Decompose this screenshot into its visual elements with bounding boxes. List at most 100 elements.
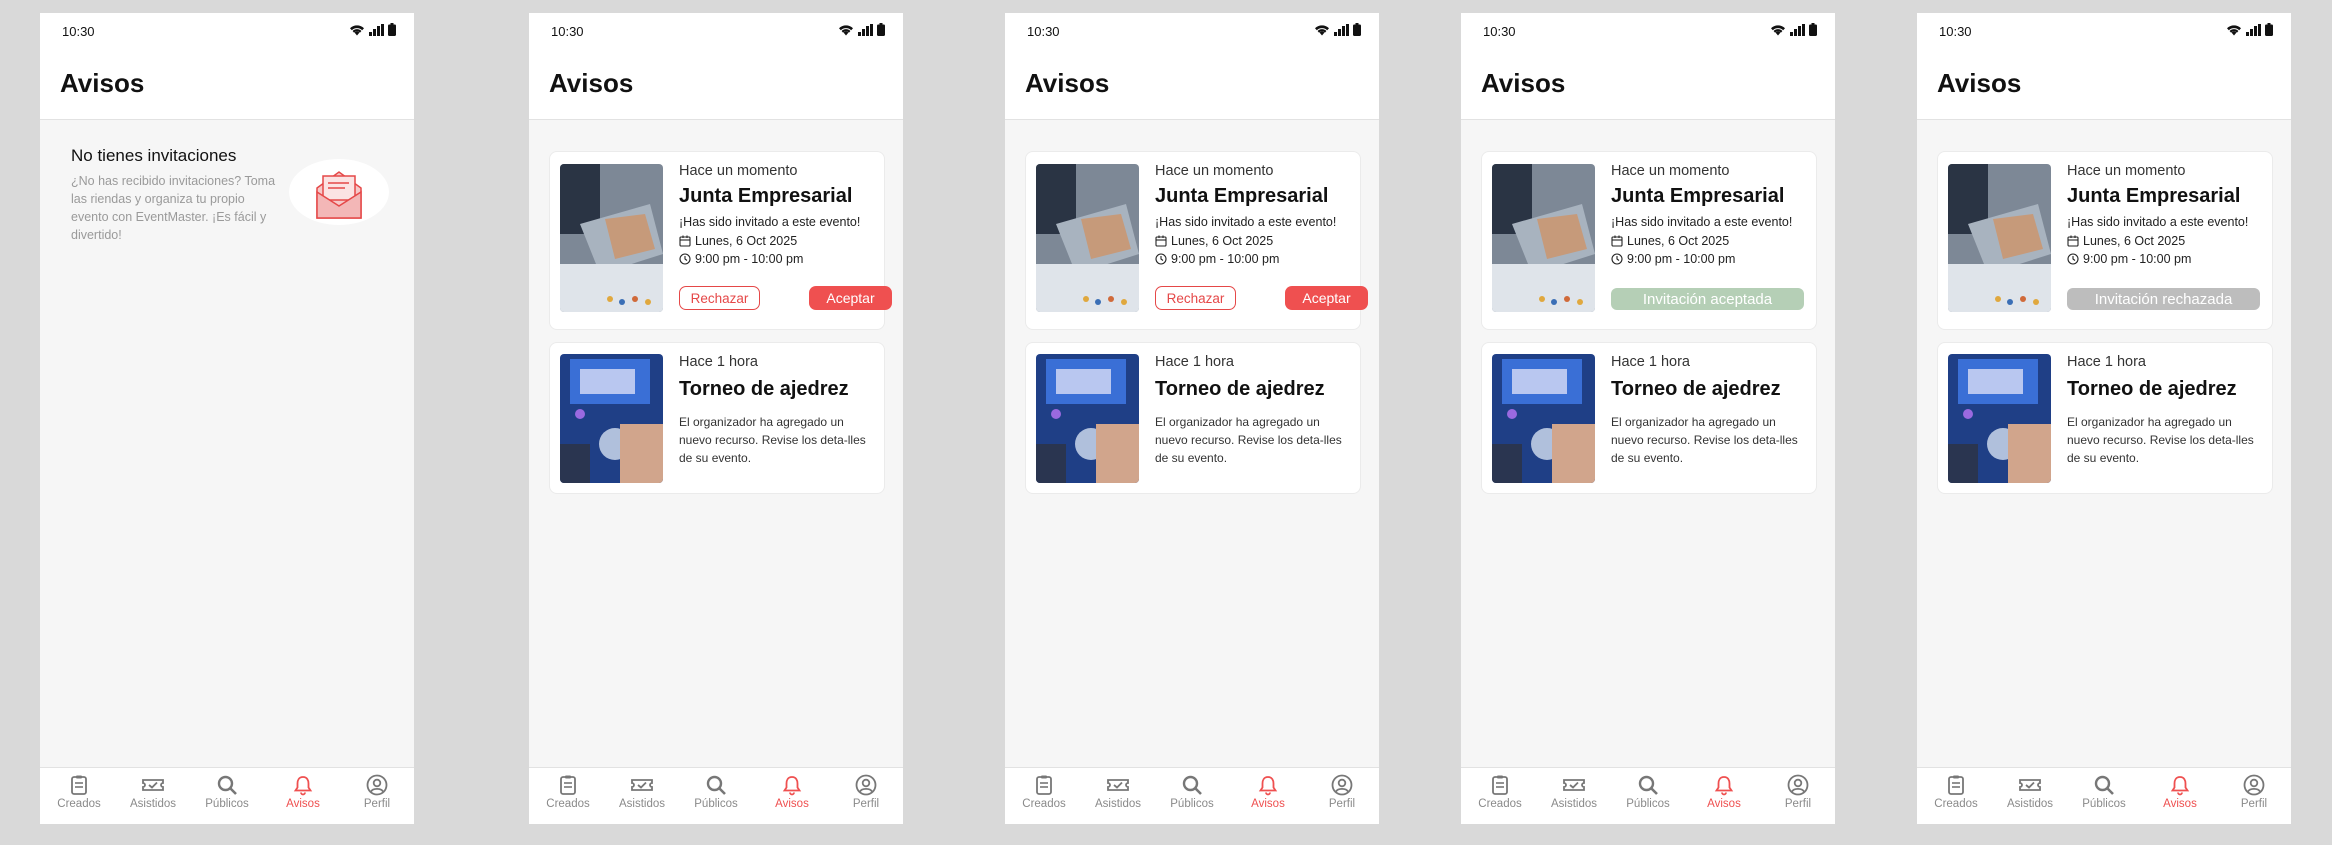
notification-card[interactable]: Hace 1 hora Torneo de ajedrez El organiz…: [1937, 342, 2273, 494]
status-icons: [1770, 23, 1817, 36]
tab-publicos[interactable]: Públicos: [1162, 774, 1222, 810]
notification-time: Hace un momento: [2067, 163, 2186, 179]
tab-asistidos[interactable]: Asistidos: [1088, 774, 1148, 810]
notification-card[interactable]: Hace 1 hora Torneo de ajedrez El organiz…: [1025, 342, 1361, 494]
tab-label: Públicos: [1170, 798, 1214, 810]
tab-avisos[interactable]: Avisos: [1238, 774, 1298, 810]
tab-publicos[interactable]: Públicos: [2074, 774, 2134, 810]
tab-asistidos[interactable]: Asistidos: [2000, 774, 2060, 810]
signal-icon: [1334, 24, 1349, 36]
calendar-icon: [679, 235, 691, 247]
accept-button[interactable]: Aceptar: [809, 286, 892, 310]
app-header: 10:30 Avisos: [40, 13, 414, 120]
event-date: Lunes, 6 Oct 2025: [2067, 234, 2185, 248]
event-date-text: Lunes, 6 Oct 2025: [1627, 234, 1730, 248]
tab-label: Públicos: [2082, 798, 2126, 810]
tab-label: Perfil: [363, 798, 391, 810]
clipboard-icon: [1036, 775, 1052, 795]
profile-icon: [366, 774, 388, 796]
tab-label: Perfil: [1328, 798, 1356, 810]
page-title: Avisos: [1025, 68, 1110, 98]
tab-perfil[interactable]: Perfil: [347, 774, 407, 810]
wifi-icon: [1771, 25, 1785, 36]
tab-creados[interactable]: Creados: [1014, 774, 1074, 810]
page-title: Avisos: [1481, 68, 1566, 98]
tab-perfil[interactable]: Perfil: [836, 774, 896, 810]
event-date-text: Lunes, 6 Oct 2025: [695, 234, 798, 248]
notification-message: El organizador ha agregado un nuevo recu…: [1611, 415, 1798, 465]
tab-creados[interactable]: Creados: [1926, 774, 1986, 810]
phone-screen-invitation-alt: 10:30 Avisos Hace un momento Junta Empre…: [1005, 13, 1379, 824]
battery-icon: [2265, 23, 2273, 36]
invitation-card[interactable]: Hace un momento Junta Empresarial ¡Has s…: [549, 151, 892, 330]
tab-perfil[interactable]: Perfil: [1768, 774, 1828, 810]
bell-icon: [1258, 776, 1278, 796]
bottom-tab-bar: Creados Asistidos Públicos Avisos Perfil: [1917, 767, 2291, 824]
tab-label: Avisos: [2163, 798, 2197, 810]
event-image: [560, 164, 663, 312]
battery-icon: [388, 23, 396, 36]
event-image: [1492, 164, 1595, 312]
reject-button[interactable]: Rechazar: [679, 286, 760, 310]
event-hours-text: 9:00 pm - 10:00 pm: [1627, 252, 1736, 266]
tab-label: Creados: [546, 798, 590, 810]
clipboard-icon: [1492, 775, 1508, 795]
invitation-card[interactable]: Hace un momento Junta Empresarial ¡Has s…: [1025, 151, 1368, 330]
empty-state-text: ¿No has recibido invitaciones? Toma las …: [71, 174, 276, 242]
tab-avisos[interactable]: Avisos: [2150, 774, 2210, 810]
app-header: 10:30 Avisos: [1461, 13, 1835, 120]
invitation-message: ¡Has sido invitado a este evento!: [2067, 215, 2249, 229]
tab-creados[interactable]: Creados: [1470, 774, 1530, 810]
reject-button[interactable]: Rechazar: [1155, 286, 1236, 310]
search-icon: [706, 775, 726, 795]
tab-avisos[interactable]: Avisos: [273, 774, 333, 810]
tab-creados[interactable]: Creados: [538, 774, 598, 810]
tab-avisos[interactable]: Avisos: [1694, 774, 1754, 810]
tab-avisos[interactable]: Avisos: [762, 774, 822, 810]
tab-label: Perfil: [2240, 798, 2268, 810]
search-icon: [1638, 775, 1658, 795]
clipboard-icon: [71, 775, 87, 795]
event-image: [1492, 354, 1595, 483]
wifi-icon: [839, 25, 853, 36]
tab-label: Perfil: [1784, 798, 1812, 810]
notification-message: El organizador ha agregado un nuevo recu…: [679, 415, 866, 465]
tab-perfil[interactable]: Perfil: [1312, 774, 1372, 810]
status-time: 10:30: [1483, 24, 1516, 39]
tab-perfil[interactable]: Perfil: [2224, 774, 2284, 810]
bottom-tab-bar: Creados Asistidos Públicos Avisos Perfil: [1005, 767, 1379, 824]
phone-screen-invitation: 10:30 Avisos Hace un momento Junta Empre…: [529, 13, 903, 824]
tab-label: Perfil: [852, 798, 880, 810]
event-title: Junta Empresarial: [679, 185, 853, 207]
notification-card[interactable]: Hace 1 hora Torneo de ajedrez El organiz…: [549, 342, 885, 494]
tab-publicos[interactable]: Públicos: [686, 774, 746, 810]
event-image: [1948, 164, 2051, 312]
phone-screen-rejected: 10:30 Avisos Hace un momento Junta Empre…: [1917, 13, 2291, 824]
invitation-card[interactable]: Hace un momento Junta Empresarial ¡Has s…: [1937, 151, 2273, 330]
signal-icon: [1790, 24, 1805, 36]
tab-asistidos[interactable]: Asistidos: [123, 774, 183, 810]
bell-icon: [1714, 776, 1734, 796]
app-header: 10:30 Avisos: [1917, 13, 2291, 120]
event-hours: 9:00 pm - 10:00 pm: [2067, 252, 2191, 266]
tab-creados[interactable]: Creados: [49, 774, 109, 810]
event-hours-text: 9:00 pm - 10:00 pm: [1171, 252, 1280, 266]
tab-publicos[interactable]: Públicos: [1618, 774, 1678, 810]
ticket-check-icon: [142, 779, 164, 791]
event-hours: 9:00 pm - 10:00 pm: [1155, 252, 1279, 266]
invitation-card[interactable]: Hace un momento Junta Empresarial ¡Has s…: [1481, 151, 1817, 330]
tab-label: Asistidos: [2006, 798, 2054, 810]
tab-asistidos[interactable]: Asistidos: [1544, 774, 1604, 810]
tab-asistidos[interactable]: Asistidos: [612, 774, 672, 810]
ticket-check-icon: [2019, 779, 2041, 791]
page-title: Avisos: [1937, 68, 2022, 98]
open-envelope-icon: [289, 159, 389, 225]
tab-publicos[interactable]: Públicos: [197, 774, 257, 810]
tab-label: Creados: [1022, 798, 1066, 810]
accept-button[interactable]: Aceptar: [1285, 286, 1368, 310]
battery-icon: [877, 23, 885, 36]
notification-card[interactable]: Hace 1 hora Torneo de ajedrez El organiz…: [1481, 342, 1817, 494]
tab-label: Avisos: [1251, 798, 1285, 810]
notification-time: Hace un momento: [1611, 163, 1730, 179]
tab-label: Avisos: [1707, 798, 1741, 810]
